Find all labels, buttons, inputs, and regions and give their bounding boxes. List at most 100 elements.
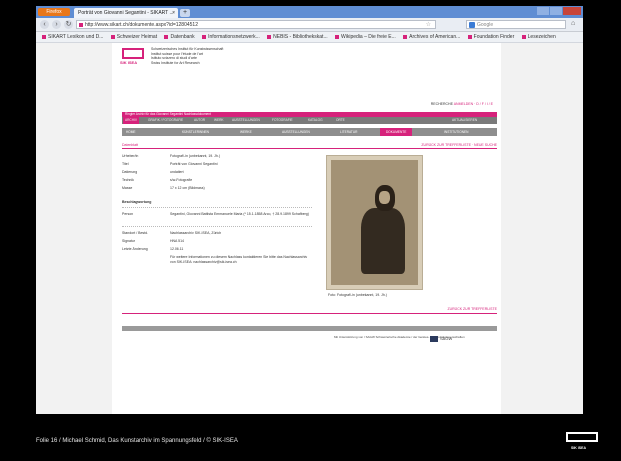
recherche-link[interactable]: RECHERCHE [431,102,453,106]
record-fields: Urheber/in Fotograf/-in (unbekannt, 19. J… [122,154,312,269]
bookmark-favicon-icon [202,34,207,39]
section-title: Beschlagwortung [122,200,152,204]
nav-kuenstlerinnen[interactable]: KÜNSTLERINNEN [182,128,209,136]
person-link[interactable]: Segantini, Giovanni Battista Emmanuele M… [170,212,310,217]
field-row: Signatur HNA 514 [122,239,312,247]
filter-item-werk[interactable]: WERK [214,117,224,124]
sik-isea-badge-icon [566,432,598,442]
filter-item-grafik[interactable]: GRAFIK / FOTOGRAFIE [148,117,183,124]
minimize-button[interactable] [537,7,549,15]
field-label: Masse [122,186,133,190]
field-row: Urheber/in Fotograf/-in (unbekannt, 19. J… [122,154,312,162]
page-content: SIK ISEA Schweizerisches Institut für Ku… [112,43,501,414]
field-value: Porträt von Giovanni Segantini [170,162,218,166]
portrait-photo[interactable] [326,155,423,290]
institute-names: Schweizerisches Institut für Kunstwissen… [151,47,223,65]
maximize-button[interactable] [550,7,562,15]
field-row: Person Segantini, Giovanni Battista Emman… [122,212,312,224]
back-arrow-icon[interactable]: ‹ [40,20,49,29]
nav-werke[interactable]: WERKE [240,128,252,136]
field-label: Standort / Bestd. [122,231,149,235]
browser-titlebar: Firefox Porträt von Giovanni Segantini -… [36,6,583,18]
bookmark-item[interactable]: Wikipedia – Die freie E... [335,32,396,42]
tab-title: Porträt von Giovanni Segantini - SIKART … [78,10,174,16]
bookmark-item[interactable]: Archives of American... [403,32,460,42]
photo-image [331,160,418,285]
footer-bar [122,326,497,331]
contact-note: Für weitere Informationen zu diesem Nach… [170,255,308,264]
field-label: Person [122,212,134,216]
new-tab-button[interactable]: + [180,9,190,17]
divider [122,313,497,314]
bookmark-favicon-icon [267,34,272,39]
photo-caption: Foto: Fotograf/-in (unbekannt, 19. Jh.) [328,293,387,297]
divider [122,207,312,208]
nav-institutionen[interactable]: INSTITUTIONEN [444,128,468,136]
field-row: Titel Porträt von Giovanni Segantini [122,162,312,170]
reload-icon[interactable]: ↻ [64,20,73,29]
divider [122,226,312,227]
site-favicon-icon [79,23,83,27]
bookmark-item[interactable]: Schweizer Heimat [110,32,157,42]
tab-active[interactable]: Porträt von Giovanni Segantini - SIKART … [74,8,178,18]
filter-item-ausstellungen[interactable]: AUSSTELLUNGEN [232,117,260,124]
field-label: Datierung [122,170,138,174]
back-to-results-bottom-link[interactable]: ZURÜCK ZUR TREFFERLISTE [447,307,497,311]
bookmark-item[interactable]: Informationsnetzwerk... [202,32,260,42]
firefox-menu-button[interactable]: Firefox [38,8,70,16]
nav-dokumente[interactable]: DOKUMENTE [380,128,413,136]
sub-header: Datenblatt ZURÜCK ZUR TREFFERLISTE · NEU… [122,142,497,149]
field-value: Nachlassarchiv SIK-ISEA, Zürich [170,231,222,235]
url-bar[interactable]: http://www.sikart.ch/dokumente.aspx?id=1… [76,20,436,29]
filter-item-autor[interactable]: AUTOR [194,117,205,124]
institute-line: Swiss Institute for Art Research [151,60,200,65]
bookmark-favicon-icon [403,34,408,39]
filter-item-fotografie[interactable]: FOTOGRAFIE [272,117,293,124]
search-input[interactable]: Google [466,20,566,29]
refresh-button[interactable]: AKTUALISIEREN [452,117,477,124]
field-row: Standort / Bestd. Nachlassarchiv SIK-ISEA… [122,231,312,239]
search-placeholder: Google [477,22,494,28]
bookmarks-toolbar: SIKART Lexikon und D... Schweizer Heimat… [36,32,583,43]
close-icon[interactable]: × [172,8,175,18]
bookmark-item[interactable]: Lesezeichen [521,32,556,42]
bookmark-favicon-icon [42,34,46,39]
field-row: Masse 17 x 12 cm (Bildmass) [122,186,312,194]
bookmark-favicon-icon [164,34,169,39]
photo-figure-body [361,208,405,274]
sagw-text: SAGW [440,336,453,342]
top-right-links: RECHERCHE ANMELDEN · D / F / I / E [431,102,493,106]
login-language-links[interactable]: ANMELDEN · D / F / I / E [454,102,493,106]
nav-home[interactable]: HOME [126,128,136,136]
filter-item-orte[interactable]: ORTE [336,117,345,124]
back-to-results-link[interactable]: ZURÜCK ZUR TREFFERLISTE · NEUE SUCHE [421,142,497,148]
forward-arrow-icon[interactable]: › [52,20,61,29]
field-label: Letzte Änderung [122,247,148,251]
sagw-logo[interactable]: SAGW [430,336,452,342]
window-controls [537,7,581,15]
filter-item-katalog[interactable]: KATALOG [308,117,323,124]
nav-literatur[interactable]: LITERATUR [340,128,357,136]
field-value: s/w-Fotografie [170,178,193,182]
field-row: Technik s/w-Fotografie [122,178,312,186]
institute-line: Schweizerisches Institut für Kunstwissen… [151,47,224,51]
bookmark-item[interactable]: Foundation Finder [467,32,514,42]
filter-item-archiv[interactable]: ARCHIV [123,117,140,124]
field-value: Fotograf/-in (unbekannt, 19. Jh.) [170,154,220,158]
bookmark-favicon-icon [521,34,526,39]
badge-text: SIK ISEA [571,446,586,450]
datasheet-label: Datenblatt [122,143,138,147]
navigation-toolbar: ‹ › ↻ http://www.sikart.ch/dokumente.asp… [36,18,583,32]
bookmark-star-icon[interactable]: ☆ [426,21,431,28]
window-close-button[interactable] [563,7,581,15]
nav-ausstellungen[interactable]: AUSSTELLUNGEN [282,128,310,136]
home-icon[interactable]: ⌂ [571,20,575,27]
field-label: Titel [122,162,129,166]
web-page: SIK ISEA Schweizerisches Institut für Ku… [36,43,583,414]
bookmark-item[interactable]: Datenbank [164,32,195,42]
sagw-logo-icon [430,336,438,342]
sik-isea-logo-icon[interactable] [122,48,144,59]
field-value: HNA 514 [170,239,185,243]
bookmark-item[interactable]: SIKART Lexikon und D... [42,32,103,42]
bookmark-item[interactable]: NEBIS - Bibliothekskat... [267,32,328,42]
